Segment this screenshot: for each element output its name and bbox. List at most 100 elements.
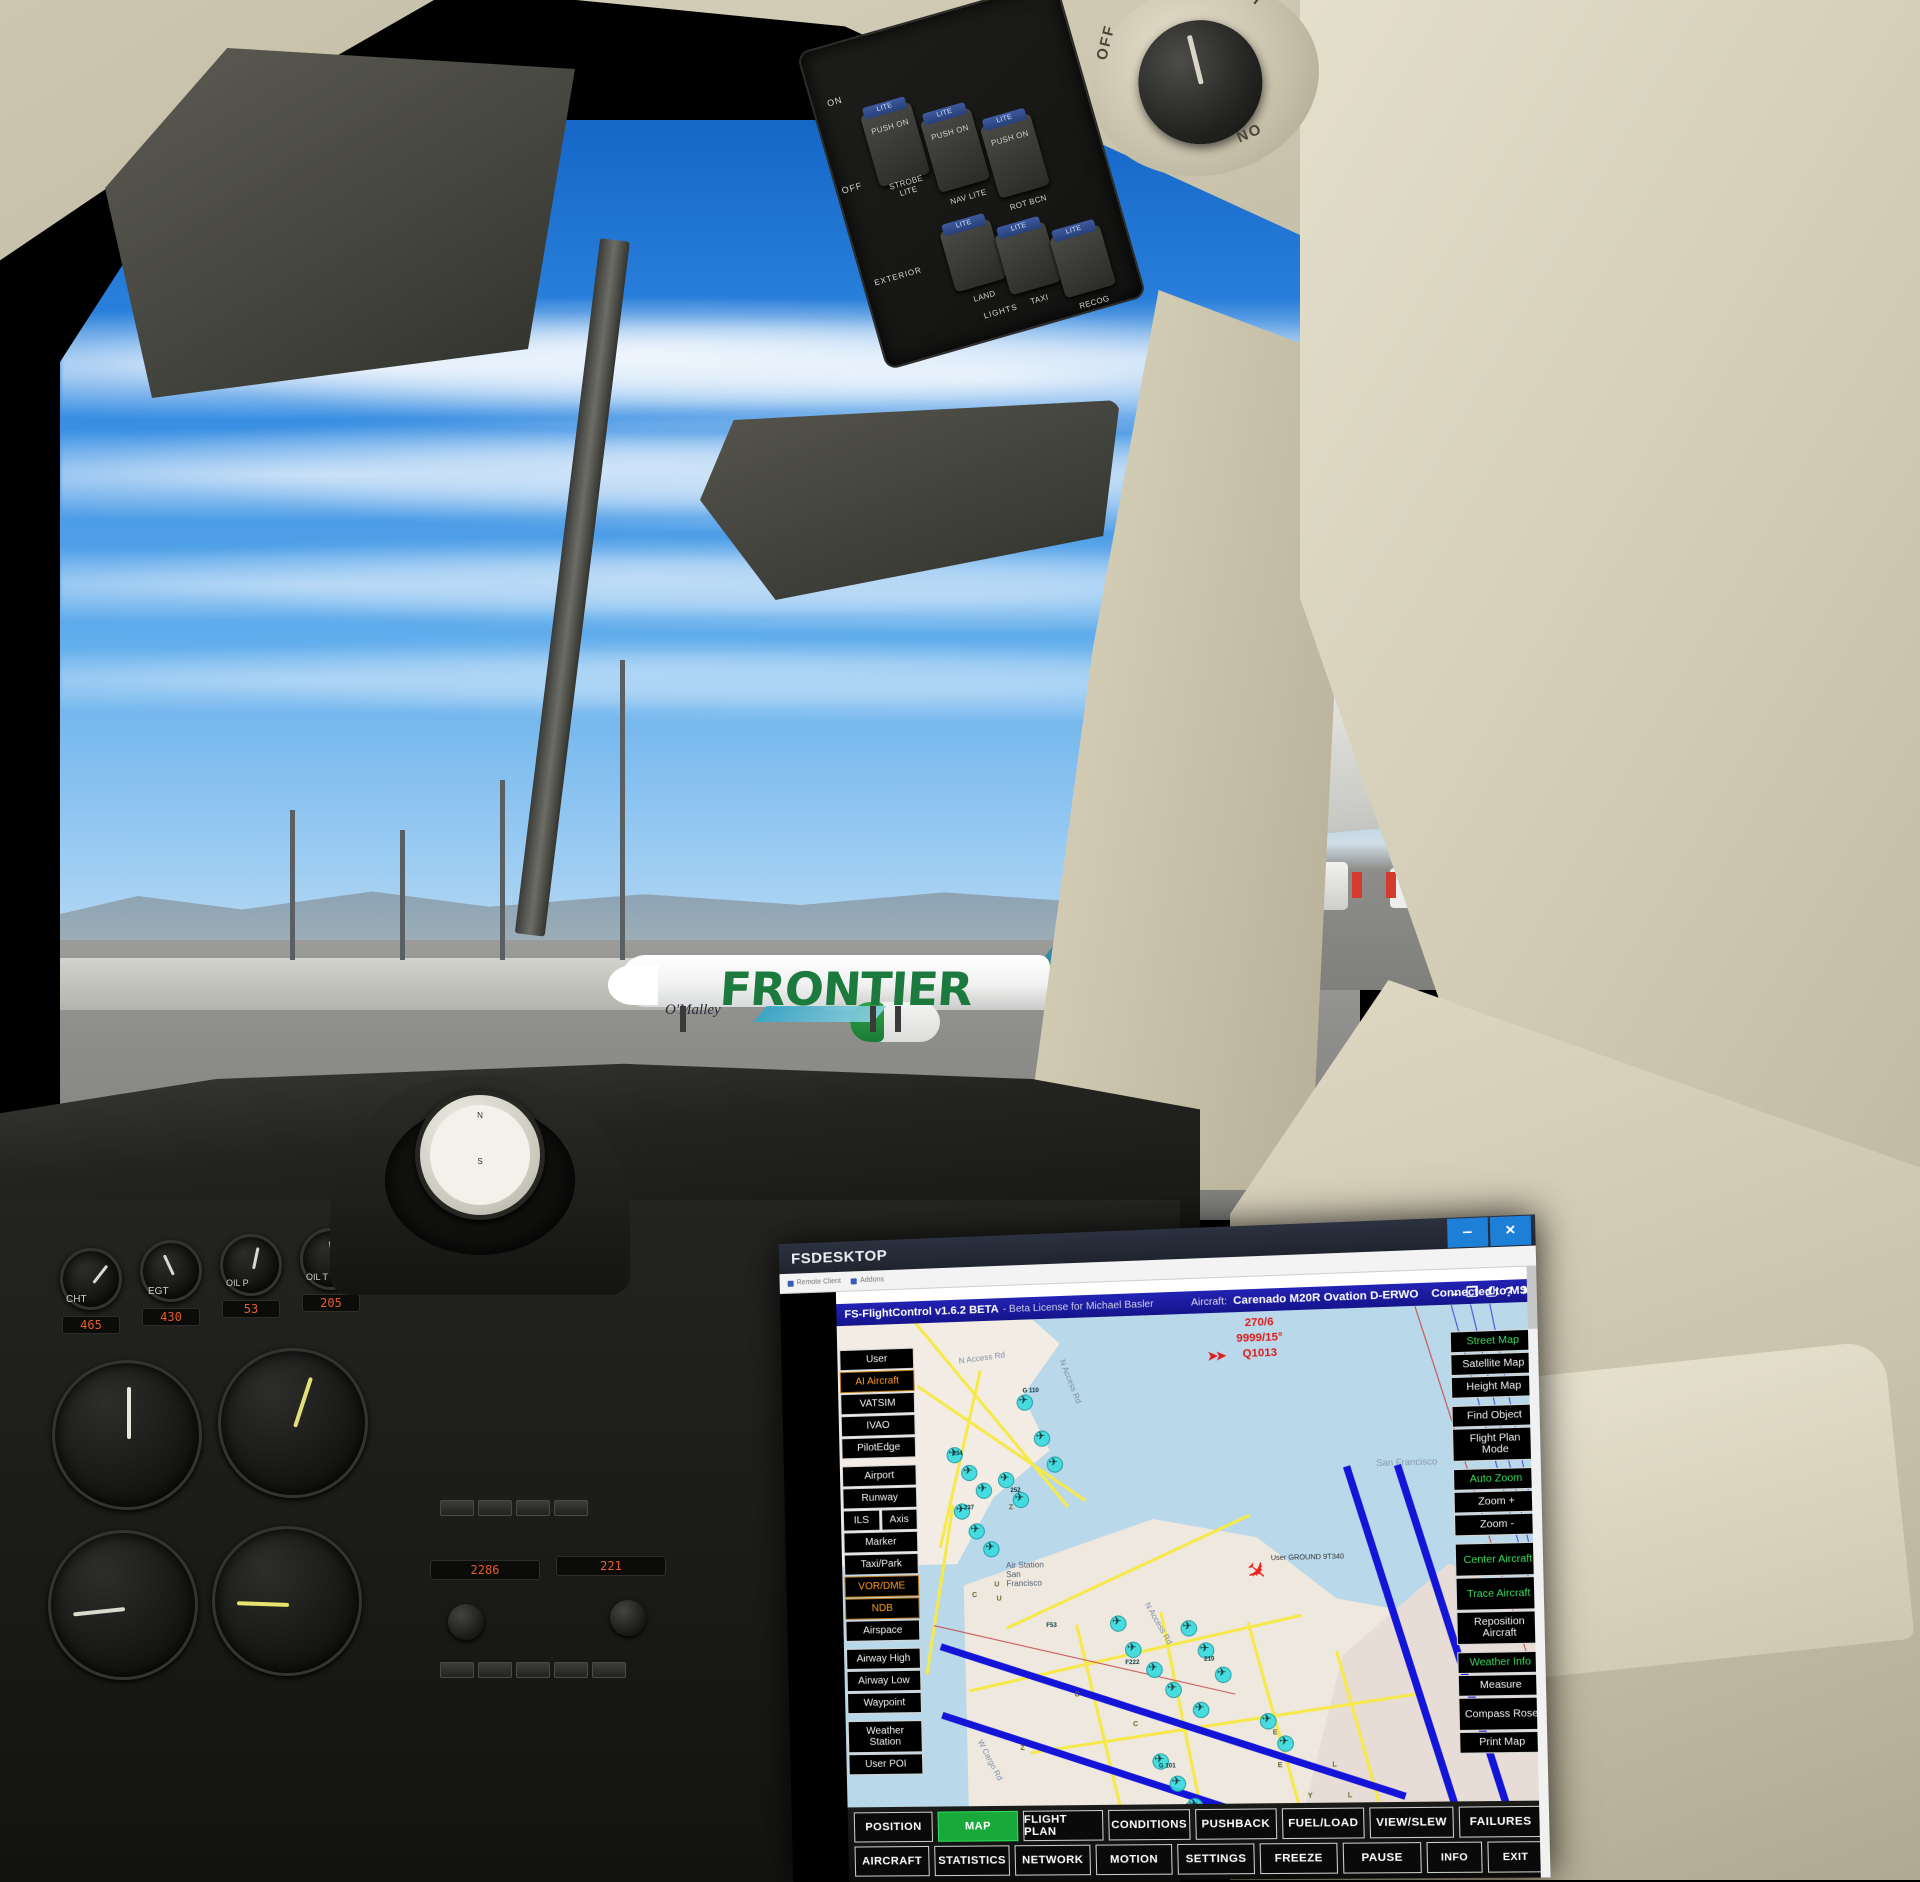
- toolbar-row-2[interactable]: AIRCRAFT STATISTICS NETWORK MOTION SETTI…: [854, 1841, 1544, 1877]
- app-print-icon[interactable]: ⎙: [1486, 1283, 1498, 1300]
- ground-marker: [1352, 872, 1362, 898]
- tool-button-flight-plan-mode[interactable]: Flight Plan Mode: [1451, 1426, 1539, 1462]
- weather-overlay: 270/6 ➤➤ 9999/15° Q1013: [1207, 1315, 1283, 1363]
- radio-knob-right[interactable]: [610, 1600, 646, 1636]
- panel-button[interactable]: [554, 1662, 588, 1678]
- app-toolbars[interactable]: POSITION MAP FLIGHT PLAN CONDITIONS PUSH…: [847, 1800, 1551, 1882]
- tab-pause[interactable]: PAUSE: [1342, 1842, 1422, 1874]
- layer-split-ils-axis[interactable]: ILS Axis: [842, 1508, 918, 1532]
- fsdesktop-window[interactable]: FSDESKTOP – × Remote Client Addons FS-Fl…: [778, 1214, 1551, 1882]
- ai-aircraft[interactable]: [1276, 1735, 1295, 1752]
- layer-button-airport[interactable]: Airport: [841, 1464, 917, 1488]
- layer-button-airway-high[interactable]: Airway High: [845, 1647, 922, 1670]
- map-taxi-letter: E: [1272, 1729, 1278, 1737]
- aircraft-nose: [608, 965, 658, 1005]
- avionics-button[interactable]: [440, 1500, 474, 1516]
- minimize-button[interactable]: –: [1447, 1217, 1489, 1248]
- app-minimize-icon[interactable]: –: [1451, 1285, 1459, 1301]
- app-window-controls[interactable]: – ❐ ⎙ ? ✕: [1450, 1279, 1533, 1305]
- tool-button-measure[interactable]: Measure: [1457, 1673, 1545, 1697]
- ai-aircraft[interactable]: [968, 1523, 986, 1540]
- tab-failures[interactable]: FAILURES: [1458, 1805, 1544, 1838]
- tab-motion[interactable]: MOTION: [1095, 1844, 1173, 1876]
- layer-button-vatsim[interactable]: VATSIM: [840, 1391, 916, 1416]
- tool-button-print-map[interactable]: Print Map: [1459, 1730, 1546, 1754]
- layer-button-taxi-park[interactable]: Taxi/Park: [843, 1552, 919, 1576]
- panel-button[interactable]: [592, 1662, 626, 1678]
- tool-button-auto-zoom[interactable]: Auto Zoom: [1452, 1466, 1540, 1491]
- tab-info[interactable]: INFO: [1426, 1841, 1483, 1874]
- tool-button-trace-aircraft[interactable]: Trace Aircraft: [1455, 1575, 1543, 1611]
- scrollbar-thumb[interactable]: [1526, 1266, 1538, 1329]
- tab-settings[interactable]: SETTINGS: [1177, 1843, 1256, 1875]
- app-help-icon[interactable]: ?: [1504, 1283, 1513, 1299]
- layer-button-marker[interactable]: Marker: [843, 1530, 919, 1554]
- tool-button-center-aircraft[interactable]: Center Aircraft: [1454, 1541, 1542, 1577]
- close-button[interactable]: ×: [1489, 1215, 1532, 1247]
- tab-fuel-load[interactable]: FUEL/LOAD: [1281, 1807, 1366, 1840]
- panel-button[interactable]: [478, 1662, 512, 1678]
- tab-aircraft[interactable]: AIRCRAFT: [854, 1845, 930, 1877]
- layer-button-waypoint[interactable]: Waypoint: [846, 1691, 923, 1715]
- gauge-vertical-speed: [212, 1526, 362, 1676]
- airliner-sublabel: O'Malley: [665, 1002, 721, 1018]
- layer-button-vor-dme[interactable]: VOR/DME: [844, 1575, 920, 1598]
- bookmark-item[interactable]: Remote Client: [787, 1278, 841, 1287]
- tab-pushback[interactable]: PUSHBACK: [1194, 1808, 1278, 1840]
- panel-button[interactable]: [516, 1662, 550, 1678]
- avionics-button[interactable]: [478, 1500, 512, 1516]
- layer-button-axis[interactable]: Axis: [880, 1508, 918, 1531]
- ai-aircraft[interactable]: [1169, 1775, 1187, 1793]
- ai-aircraft[interactable]: [1012, 1491, 1030, 1509]
- ai-aircraft[interactable]: [1016, 1394, 1034, 1411]
- tab-position[interactable]: POSITION: [853, 1811, 934, 1843]
- tool-button-street-map[interactable]: Street Map: [1449, 1328, 1536, 1354]
- tool-button-zoom-in[interactable]: Zoom +: [1453, 1489, 1540, 1514]
- avionics-button-row-1[interactable]: [440, 1500, 588, 1516]
- tab-flight-plan[interactable]: FLIGHT PLAN: [1022, 1810, 1104, 1842]
- tab-exit[interactable]: EXIT: [1487, 1841, 1544, 1873]
- layer-button-airway-low[interactable]: Airway Low: [846, 1669, 922, 1693]
- layer-button-weather-station[interactable]: Weather Station: [847, 1720, 923, 1754]
- tool-button-reposition-aircraft[interactable]: Reposition Aircraft: [1456, 1610, 1543, 1646]
- layer-button-ai-aircraft[interactable]: AI Aircraft: [839, 1369, 915, 1394]
- tool-button-compass-rose[interactable]: Compass Rose: [1458, 1696, 1545, 1731]
- layer-button-ndb[interactable]: NDB: [844, 1597, 920, 1620]
- map-canvas[interactable]: G 110 234 252 237 210 F53 F222 G 101 G 1…: [836, 1301, 1550, 1848]
- bookmark-item[interactable]: Addons: [850, 1276, 884, 1284]
- tab-map[interactable]: MAP: [937, 1810, 1019, 1842]
- app-restore-icon[interactable]: ❐: [1466, 1284, 1479, 1301]
- tool-button-height-map[interactable]: Height Map: [1450, 1374, 1538, 1399]
- lower-button-row[interactable]: [440, 1662, 626, 1678]
- tab-statistics[interactable]: STATISTICS: [934, 1845, 1011, 1877]
- avionics-button[interactable]: [516, 1500, 550, 1516]
- panel-button[interactable]: [440, 1662, 474, 1678]
- layer-button-airspace[interactable]: Airspace: [845, 1619, 921, 1642]
- layer-button-user[interactable]: User: [839, 1347, 915, 1372]
- ai-aircraft[interactable]: [997, 1471, 1015, 1489]
- tool-button-zoom-out[interactable]: Zoom -: [1453, 1512, 1541, 1537]
- tool-button-weather-info[interactable]: Weather Info: [1457, 1650, 1544, 1675]
- map-layers-sidebar[interactable]: User AI Aircraft VATSIM IVAO PilotEdge A…: [839, 1347, 924, 1777]
- ai-aircraft[interactable]: [983, 1540, 1000, 1558]
- avionics-button[interactable]: [554, 1500, 588, 1516]
- layer-button-ils[interactable]: ILS: [842, 1509, 881, 1532]
- layer-button-runway[interactable]: Runway: [842, 1486, 918, 1510]
- tab-freeze[interactable]: FREEZE: [1259, 1842, 1339, 1875]
- layer-button-user-poi[interactable]: User POI: [848, 1753, 924, 1776]
- layer-button-ivao[interactable]: IVAO: [840, 1414, 916, 1438]
- tool-button-satellite-map[interactable]: Satellite Map: [1450, 1351, 1537, 1377]
- tab-conditions[interactable]: CONDITIONS: [1108, 1809, 1191, 1841]
- window-controls[interactable]: – ×: [1447, 1215, 1532, 1249]
- toolbar-row-1[interactable]: POSITION MAP FLIGHT PLAN CONDITIONS PUSH…: [853, 1805, 1544, 1843]
- radio-knob-left[interactable]: [448, 1604, 484, 1640]
- layer-button-pilotedge[interactable]: PilotEdge: [841, 1436, 917, 1460]
- cockpit-door-panel: [1485, 1339, 1915, 1681]
- bookmark-icon: [787, 1280, 794, 1287]
- tab-view-slew[interactable]: VIEW/SLEW: [1369, 1806, 1454, 1839]
- fs-flightcontrol-app: FS-FlightControl v1.6.2 BETA - Beta Lice…: [836, 1278, 1551, 1882]
- tool-button-find-object[interactable]: Find Object: [1451, 1403, 1538, 1428]
- ai-aircraft[interactable]: [1046, 1456, 1064, 1473]
- ai-aircraft[interactable]: [1033, 1430, 1051, 1447]
- tab-network[interactable]: NETWORK: [1014, 1844, 1092, 1876]
